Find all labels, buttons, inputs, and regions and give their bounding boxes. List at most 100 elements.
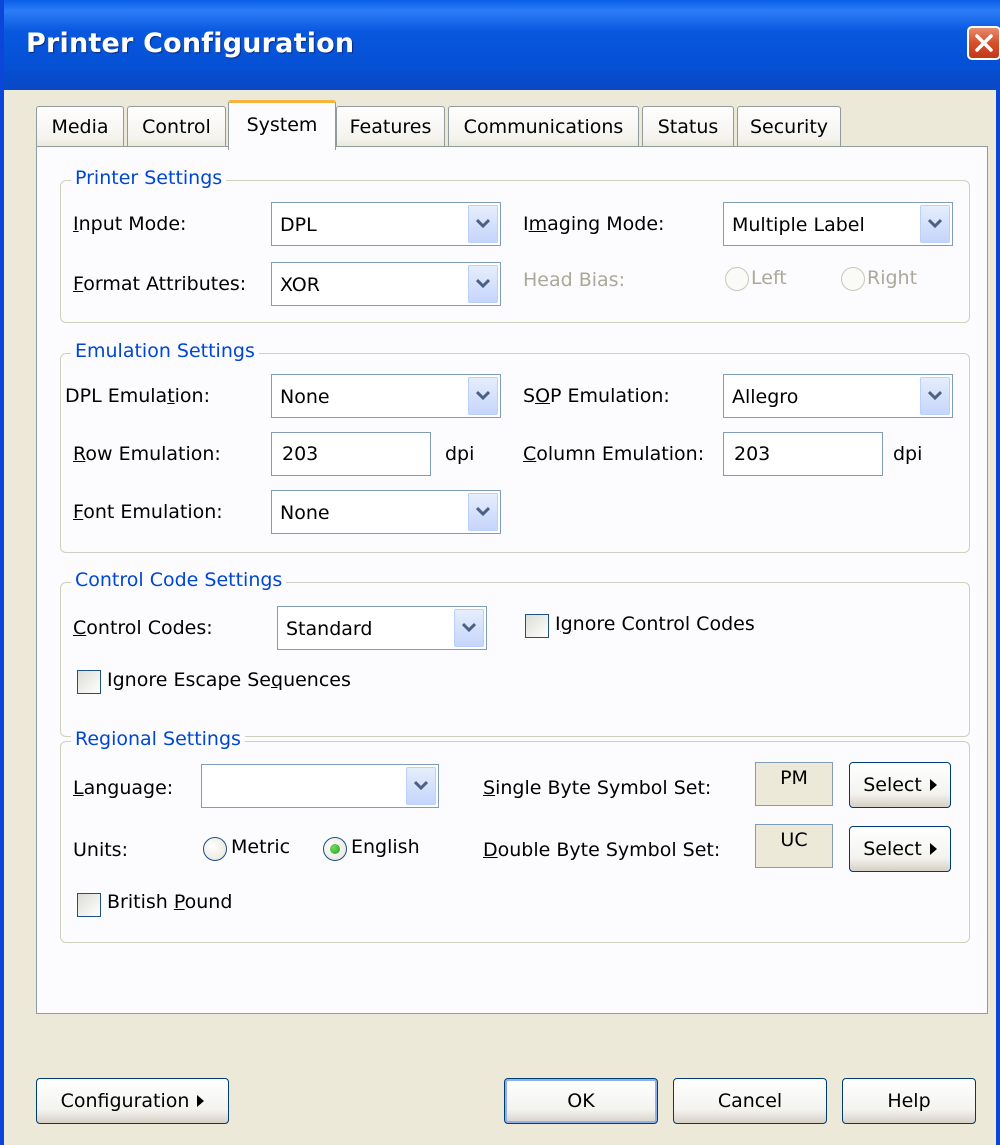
head-bias-left-radio[interactable]: [725, 267, 749, 291]
single-byte-value: PM: [780, 767, 808, 789]
title-bar[interactable]: Printer Configuration: [4, 0, 1000, 90]
sop-emulation-label: SOP Emulation:: [523, 385, 670, 407]
dropdown-button[interactable]: [454, 609, 484, 647]
tab-system[interactable]: System: [228, 100, 336, 150]
single-byte-select-button[interactable]: Select: [849, 762, 951, 808]
tab-features[interactable]: Features: [336, 106, 445, 146]
tab-label: Media: [51, 116, 109, 138]
group-title: Control Code Settings: [71, 569, 287, 591]
tab-communications[interactable]: Communications: [448, 106, 639, 146]
chevron-down-icon: [462, 622, 476, 633]
dpl-emulation-value: None: [280, 386, 330, 408]
chevron-down-icon: [476, 506, 490, 517]
head-bias-right-radio[interactable]: [841, 267, 865, 291]
system-tab-panel: Printer Settings Input Mode: DPL Format …: [36, 146, 988, 1014]
ignore-control-codes-checkbox[interactable]: [525, 614, 549, 638]
chevron-down-icon: [928, 218, 942, 229]
head-bias-right-label: Right: [867, 267, 918, 289]
imaging-mode-label: Imaging Mode:: [523, 213, 665, 235]
ok-button[interactable]: OK: [504, 1078, 658, 1124]
close-icon: [975, 34, 993, 52]
dropdown-button[interactable]: [406, 767, 436, 805]
font-emulation-value: None: [280, 502, 330, 524]
chevron-down-icon: [476, 390, 490, 401]
button-label: Help: [887, 1090, 931, 1112]
button-label: Select: [863, 774, 922, 796]
button-label: Configuration: [60, 1090, 190, 1112]
double-byte-value-box: UC: [755, 824, 833, 868]
tab-label: Communications: [463, 116, 624, 138]
column-emulation-input[interactable]: [723, 432, 883, 476]
tab-security[interactable]: Security: [737, 106, 841, 146]
tab-label: Control: [142, 116, 211, 138]
cancel-button[interactable]: Cancel: [673, 1078, 827, 1124]
column-unit-label: dpi: [893, 443, 923, 465]
language-label: Language:: [73, 777, 174, 799]
double-byte-value: UC: [780, 829, 808, 851]
close-button[interactable]: [967, 26, 1000, 60]
dropdown-button[interactable]: [468, 493, 498, 531]
double-byte-label: Double Byte Symbol Set:: [483, 839, 721, 861]
imaging-mode-select[interactable]: Multiple Label: [723, 202, 953, 246]
dialog-window: Printer Configuration Media Control Syst…: [0, 0, 1000, 1145]
double-byte-select-button[interactable]: Select: [849, 826, 951, 872]
dropdown-button[interactable]: [468, 265, 498, 303]
group-title: Emulation Settings: [71, 340, 259, 362]
control-code-settings-group: Control Code Settings: [60, 569, 970, 737]
units-metric-radio[interactable]: [203, 837, 227, 861]
radio-selected-dot: [330, 844, 340, 854]
sop-emulation-select[interactable]: Allegro: [723, 374, 953, 418]
control-codes-label: Control Codes:: [73, 617, 213, 639]
dpl-emulation-label: DPL Emulation:: [65, 385, 211, 407]
dropdown-button[interactable]: [920, 377, 950, 415]
font-emulation-label: Font Emulation:: [73, 501, 223, 523]
chevron-down-icon: [476, 278, 490, 289]
ignore-control-codes-label: Ignore Control Codes: [555, 613, 755, 635]
british-pound-checkbox[interactable]: [77, 893, 101, 917]
tab-label: Features: [349, 116, 432, 138]
row-unit-label: dpi: [445, 443, 475, 465]
head-bias-left-label: Left: [751, 267, 787, 289]
button-label: Cancel: [717, 1090, 783, 1112]
input-mode-label: Input Mode:: [73, 213, 187, 235]
single-byte-value-box: PM: [755, 762, 833, 806]
units-english-radio[interactable]: [323, 837, 347, 861]
british-pound-label: British Pound: [107, 891, 233, 913]
button-label: Select: [863, 838, 922, 860]
control-codes-select[interactable]: Standard: [277, 606, 487, 650]
row-emulation-label: Row Emulation:: [73, 443, 221, 465]
format-attributes-label: Format Attributes:: [73, 273, 247, 295]
language-select[interactable]: [201, 764, 439, 808]
ignore-escape-sequences-checkbox[interactable]: [77, 670, 101, 694]
control-codes-value: Standard: [286, 618, 373, 640]
tab-media[interactable]: Media: [36, 106, 124, 146]
input-mode-select[interactable]: DPL: [271, 202, 501, 246]
tab-label: System: [246, 114, 318, 136]
single-byte-label: Single Byte Symbol Set:: [483, 777, 712, 799]
units-metric-label: Metric: [231, 836, 291, 858]
row-emulation-input[interactable]: [271, 432, 431, 476]
dropdown-button[interactable]: [468, 377, 498, 415]
configuration-button[interactable]: Configuration: [36, 1078, 229, 1124]
dropdown-button[interactable]: [468, 205, 498, 243]
chevron-down-icon: [476, 218, 490, 229]
window-title: Printer Configuration: [26, 28, 355, 59]
units-label: Units:: [73, 839, 128, 861]
format-attributes-select[interactable]: XOR: [271, 262, 501, 306]
input-mode-value: DPL: [280, 214, 317, 236]
chevron-down-icon: [414, 780, 428, 791]
dpl-emulation-select[interactable]: None: [271, 374, 501, 418]
arrow-right-icon: [929, 842, 937, 855]
units-english-label: English: [351, 836, 420, 858]
tab-status[interactable]: Status: [642, 106, 734, 146]
group-title: Regional Settings: [71, 728, 245, 750]
format-attributes-value: XOR: [280, 274, 320, 296]
help-button[interactable]: Help: [842, 1078, 976, 1124]
tab-label: Status: [657, 116, 719, 138]
tab-label: Security: [749, 116, 829, 138]
tab-control[interactable]: Control: [127, 106, 226, 146]
dropdown-button[interactable]: [920, 205, 950, 243]
arrow-right-icon: [929, 778, 937, 791]
imaging-mode-value: Multiple Label: [732, 214, 865, 236]
font-emulation-select[interactable]: None: [271, 490, 501, 534]
